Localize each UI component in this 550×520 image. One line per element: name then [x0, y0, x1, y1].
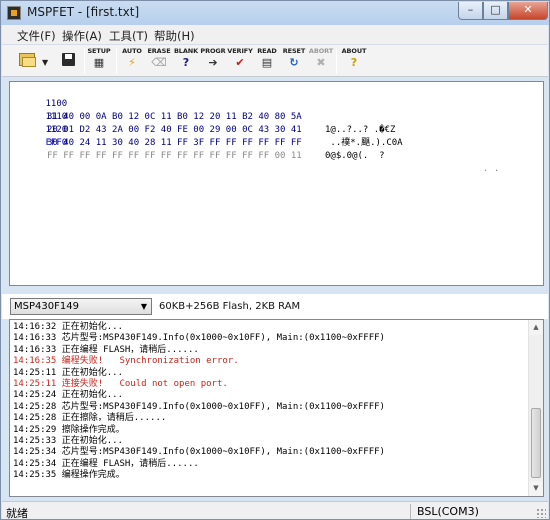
log-line: 14:25:24 正在初始化... — [13, 390, 124, 401]
log-line: 14:25:34 芯片型号:MSP430F149.Info(0x1000~0x1… — [13, 447, 385, 458]
open-file-icon[interactable] — [19, 53, 36, 67]
program-label: PROGR — [200, 47, 226, 55]
erase-label: ERASE — [147, 47, 171, 55]
menu-operation[interactable]: 操作(A) — [62, 28, 102, 44]
hex-row[interactable]: 1110 20 01 D2 43 2A 00 F2 40 FE 00 29 00… — [13, 98, 403, 148]
hex-editor[interactable]: 1100 31 40 00 0A B0 12 0C 11 B0 12 20 11… — [9, 81, 544, 286]
toolbar-separator — [336, 48, 337, 74]
window-title: MSPFET - [first.txt] — [27, 5, 140, 19]
reset-icon: ↻ — [289, 56, 299, 69]
menu-tools[interactable]: 工具(T) — [109, 28, 148, 44]
log-line: 14:25:11 正在初始化... — [13, 367, 124, 378]
log-line: 14:25:28 芯片型号:MSP430F149.Info(0x1000~0x1… — [13, 401, 385, 412]
log-line: 14:16:33 芯片型号:MSP430F149.Info(0x1000~0x1… — [13, 333, 385, 344]
setup-label: SETUP — [87, 47, 111, 55]
resize-grip-icon[interactable] — [536, 508, 546, 518]
checkmark-icon: ✔ — [235, 56, 245, 69]
hex-ascii: 0@$.0@(. ? — [325, 151, 385, 161]
hex-bytes: 30 40 24 11 30 40 28 11 FF 3F FF FF FF F… — [47, 138, 302, 148]
program-button[interactable]: PROGR ➔ — [198, 47, 228, 75]
abort-button[interactable]: ABORT ✖ — [306, 47, 336, 75]
lightning-icon: ⚡ — [128, 56, 136, 69]
log-pane[interactable]: 14:16:32 正在初始化... 14:16:33 芯片型号:MSP430F1… — [9, 319, 544, 497]
status-bar: 就绪 BSL(COM3) — [2, 501, 548, 520]
blank-label: BLANK — [173, 47, 199, 55]
verify-button[interactable]: VERIFY ✔ — [225, 47, 255, 75]
menu-bar: 文件(F) 操作(A) 工具(T) 帮助(H) — [2, 25, 548, 45]
scroll-down-icon[interactable]: ▼ — [529, 481, 543, 496]
log-scrollbar[interactable]: ▲ ▼ — [528, 320, 543, 496]
app-window: MSPFET - [first.txt] – □ ✕ 文件(F) 操作(A) 工… — [0, 0, 550, 520]
blank-check-icon: ? — [182, 56, 190, 69]
save-icon[interactable] — [62, 53, 75, 66]
hex-row[interactable]: 1100 31 40 00 0A B0 12 0C 11 B0 12 20 11… — [13, 85, 396, 135]
chevron-down-icon[interactable]: ▼ — [42, 58, 48, 67]
hex-row[interactable]: 1120 30 40 24 11 30 40 28 11 FF 3F FF FF… — [13, 111, 385, 161]
setup-button[interactable]: SETUP ▦ — [84, 47, 114, 75]
minimize-button[interactable]: – — [458, 2, 483, 20]
app-icon — [7, 6, 21, 20]
auto-label: AUTO — [122, 47, 142, 55]
read-label: READ — [257, 47, 277, 55]
verify-label: VERIFY — [227, 47, 253, 55]
device-bar: MSP430F149 ▼ 60KB+256B Flash, 2KB RAM — [2, 294, 548, 319]
hex-ascii: ..襆*.颶.).C0A — [325, 138, 403, 148]
hex-ascii: 1@..?..? .�€Z — [325, 125, 396, 135]
scroll-up-icon[interactable]: ▲ — [529, 320, 543, 335]
hex-row[interactable]: FFF0 FF FF FF FF FF FF FF FF FF FF FF FF… — [13, 124, 500, 174]
device-memory-info: 60KB+256B Flash, 2KB RAM — [159, 301, 301, 312]
log-line: 14:25:33 正在初始化... — [13, 436, 124, 446]
log-line: 14:16:33 正在编程 FLASH，请稍后...... — [13, 344, 199, 355]
scrollbar-thumb[interactable] — [531, 408, 541, 478]
auto-button[interactable]: AUTO ⚡ — [117, 47, 147, 75]
hex-bytes: 31 40 00 0A B0 12 0C 11 B0 12 20 11 B2 4… — [47, 112, 302, 122]
blank-check-button[interactable]: BLANK ? — [171, 47, 201, 75]
title-bar[interactable]: MSPFET - [first.txt] – □ ✕ — [1, 1, 549, 25]
about-label: ABOUT — [341, 47, 367, 55]
log-line-error: 14:25:11 连接失败! Could not open port. — [13, 379, 228, 389]
log-line-error: 14:16:35 编程失败! Synchronization error. — [13, 356, 239, 367]
log-line: 14:25:35 编程操作完成。 — [13, 470, 125, 481]
reset-label: RESET — [282, 47, 306, 55]
abort-label: ABORT — [308, 47, 334, 55]
toolbar: ▼ SETUP ▦ AUTO ⚡ ERASE ⌫ BLANK ? PROGR ➔… — [2, 45, 548, 77]
erase-button[interactable]: ERASE ⌫ — [144, 47, 174, 75]
setup-icon: ▦ — [93, 56, 105, 69]
hex-ascii: . . — [483, 164, 500, 174]
help-icon: ? — [350, 56, 358, 69]
reset-button[interactable]: RESET ↻ — [279, 47, 309, 75]
log-line: 14:16:32 正在初始化... — [13, 322, 124, 332]
read-icon: ▤ — [261, 56, 273, 69]
log-line: 14:25:28 正在擦除，请稍后...... — [13, 413, 167, 424]
read-button[interactable]: READ ▤ — [252, 47, 282, 75]
chevron-down-icon[interactable]: ▼ — [141, 299, 147, 314]
maximize-button[interactable]: □ — [483, 2, 508, 20]
hex-address: FFF0 — [45, 138, 68, 148]
close-button[interactable]: ✕ — [508, 2, 548, 20]
hex-bytes: FF FF FF FF FF FF FF FF FF FF FF FF FF F… — [47, 151, 302, 161]
abort-icon: ✖ — [316, 56, 326, 69]
status-connection: BSL(COM3) — [417, 505, 479, 518]
device-select-value: MSP430F149 — [14, 301, 79, 312]
hex-bytes: 20 01 D2 43 2A 00 F2 40 FE 00 29 00 0C 4… — [47, 125, 302, 135]
program-icon: ➔ — [208, 56, 218, 69]
status-divider — [410, 504, 411, 519]
log-line: 14:25:29 擦除操作完成。 — [13, 424, 125, 435]
eraser-icon: ⌫ — [151, 56, 167, 69]
log-line: 14:25:34 正在编程 FLASH，请稍后...... — [13, 458, 199, 469]
menu-file[interactable]: 文件(F) — [17, 28, 56, 44]
menu-help[interactable]: 帮助(H) — [154, 28, 195, 44]
about-button[interactable]: ABOUT ? — [339, 47, 369, 75]
device-select[interactable]: MSP430F149 ▼ — [10, 298, 152, 315]
status-ready: 就绪 — [6, 507, 28, 520]
